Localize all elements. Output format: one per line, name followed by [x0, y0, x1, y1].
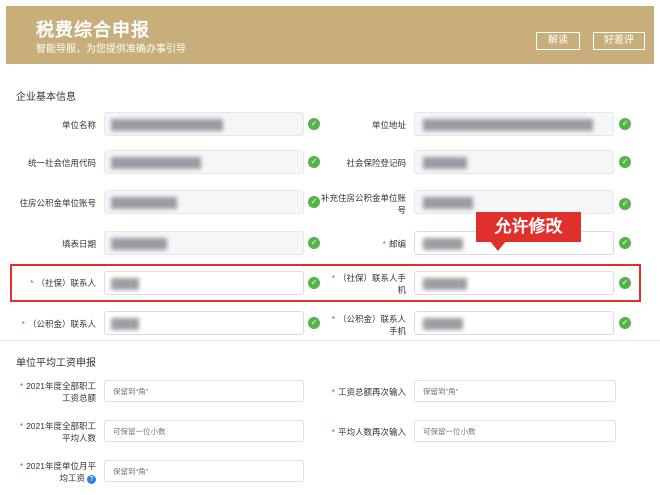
check-icon: ✓ — [619, 118, 631, 130]
avg-count-input[interactable] — [104, 420, 304, 442]
required-mark: * — [21, 319, 25, 329]
total-wage-input[interactable] — [104, 380, 304, 402]
label-avg-count-again: * 平均人数再次输入 — [310, 426, 406, 438]
redacted-value — [423, 197, 473, 209]
label-pf-phone: * （公积金）联系人 手机 — [310, 313, 406, 337]
required-mark: * — [19, 421, 24, 431]
label-credit-code: 统一社会信用代码 — [27, 158, 96, 168]
section-title-avg-wage: 单位平均工资申报 — [16, 358, 96, 369]
section-title-company-info: 企业基本信息 — [16, 92, 76, 103]
required-mark: * — [19, 381, 24, 391]
label-line-2: 号 — [397, 205, 406, 215]
redacted-value — [423, 119, 593, 131]
monthly-avg-input[interactable] — [104, 460, 304, 482]
page-header: 税费综合申报 智能导服，为您提供准确办事引导 解读 好差评 — [6, 6, 654, 64]
fund-extra-field[interactable] — [414, 190, 614, 214]
required-mark: * — [331, 387, 335, 397]
rating-button[interactable]: 好差评 — [593, 32, 645, 50]
required-mark: * — [331, 427, 335, 437]
label-text: 工资总额再次输入 — [337, 387, 406, 397]
label-unit-name: 单位名称 — [61, 120, 96, 130]
label-fund-extra: 补充住房公积金单位账 号 — [310, 192, 406, 216]
check-icon: ✓ — [619, 156, 631, 168]
help-icon[interactable]: ? — [87, 475, 96, 484]
label-line-1: （社保）联系人手 — [337, 273, 406, 283]
label-line-2: 手机 — [388, 326, 406, 336]
annotation-allow-edit: 允许修改 — [476, 212, 581, 251]
section-divider — [0, 340, 660, 341]
label-si-phone: * （社保）联系人手 机 — [310, 272, 406, 296]
label-postcode: * 邮编 — [310, 238, 406, 250]
fund-account-field[interactable] — [104, 190, 304, 214]
label-total-wage: * 2021年度全部职工 工资总额 — [0, 380, 96, 404]
page-title: 税费综合申报 — [36, 20, 150, 40]
fill-date-field[interactable] — [104, 231, 304, 255]
redacted-value — [111, 197, 177, 209]
total-wage-again-input[interactable] — [414, 380, 616, 402]
si-contact-field[interactable] — [104, 271, 304, 295]
check-icon: ✓ — [619, 198, 631, 210]
label-line-2: 机 — [397, 285, 406, 295]
check-icon: ✓ — [619, 237, 631, 249]
required-mark: * — [30, 278, 34, 288]
redacted-value — [111, 119, 223, 131]
label-pf-contact: * （公积金）联系人 — [0, 318, 96, 330]
label-line-1: （公积金）联系人 — [337, 314, 406, 324]
redacted-value — [423, 318, 463, 330]
pf-phone-field[interactable] — [414, 311, 614, 335]
redacted-value — [423, 278, 467, 290]
unit-address-field[interactable] — [414, 112, 614, 136]
label-text: 平均人数再次输入 — [337, 427, 406, 437]
label-monthly-avg: * 2021年度单位月平 均工资? — [0, 460, 96, 484]
credit-code-field[interactable] — [104, 150, 304, 174]
label-text: （社保）联系人 — [36, 278, 96, 288]
label-line-2: 均工资 — [59, 473, 85, 483]
check-icon: ✓ — [619, 317, 631, 329]
social-reg-field[interactable] — [414, 150, 614, 174]
label-line-1: 2021年度单位月平 — [26, 461, 96, 471]
check-icon: ✓ — [619, 277, 631, 289]
label-line-1: 补充住房公积金单位账 — [320, 193, 406, 203]
required-mark: * — [19, 461, 24, 471]
label-text: （公积金）联系人 — [27, 319, 96, 329]
label-line-1: 2021年度全部职工 — [26, 381, 96, 391]
label-si-contact: * （社保）联系人 — [0, 277, 96, 289]
redacted-value — [111, 318, 139, 330]
label-unit-address: 单位地址 — [371, 120, 406, 130]
redacted-value — [111, 278, 139, 290]
required-mark: * — [331, 273, 335, 283]
pf-contact-field[interactable] — [104, 311, 304, 335]
redacted-value — [423, 238, 463, 250]
label-text: 邮编 — [388, 239, 406, 249]
required-mark: * — [331, 314, 335, 324]
label-total-wage-again: * 工资总额再次输入 — [310, 386, 406, 398]
label-line-2: 工资总额 — [61, 393, 96, 403]
explain-button[interactable]: 解读 — [536, 32, 580, 50]
label-social-reg: 社会保险登记码 — [346, 158, 406, 168]
redacted-value — [423, 157, 467, 169]
label-line-1: 2021年度全部职工 — [26, 421, 96, 431]
page-subtitle: 智能导服，为您提供准确办事引导 — [36, 44, 186, 55]
label-fund-account: 住房公积金单位账号 — [19, 198, 96, 208]
label-line-2: 平均人数 — [61, 433, 96, 443]
label-fill-date: 填表日期 — [61, 239, 96, 249]
label-avg-count: * 2021年度全部职工 平均人数 — [0, 420, 96, 444]
unit-name-field[interactable] — [104, 112, 304, 136]
redacted-value — [111, 238, 167, 250]
si-phone-field[interactable] — [414, 271, 614, 295]
avg-count-again-input[interactable] — [414, 420, 616, 442]
redacted-value — [111, 157, 201, 169]
required-mark: * — [382, 239, 386, 249]
